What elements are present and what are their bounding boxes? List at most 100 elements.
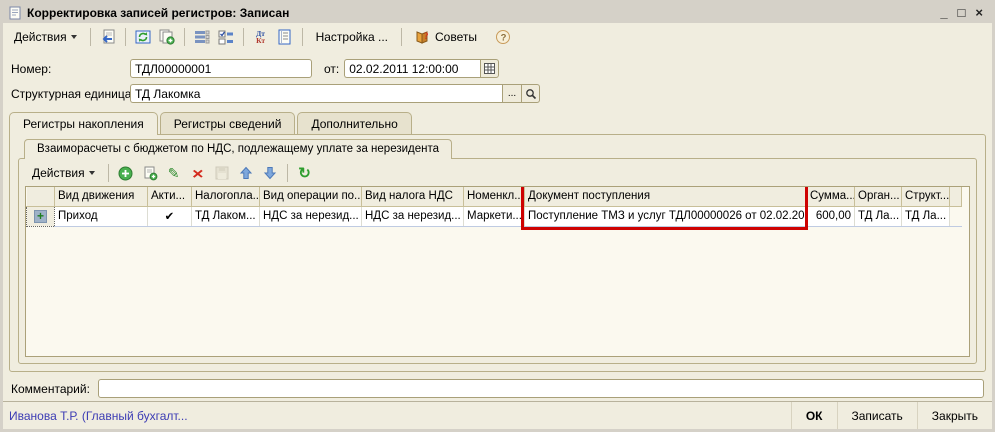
date-input[interactable]	[344, 59, 480, 78]
checkbox-list-icon	[218, 29, 234, 45]
col-header-taxpayer[interactable]: Налогопла...	[192, 187, 260, 206]
unit-input[interactable]	[130, 84, 502, 103]
col-header-marker[interactable]	[27, 187, 55, 206]
toolbar-separator	[125, 28, 126, 46]
svg-text:?: ?	[501, 32, 507, 43]
document-icon	[8, 6, 22, 20]
settings-label: Настройка ...	[316, 30, 388, 44]
date-label: от:	[324, 62, 339, 76]
copy-row-button[interactable]	[139, 162, 161, 184]
cell-vat-type[interactable]: НДС за нерезид...	[362, 206, 464, 226]
debit-credit-button[interactable]: Дт Кт	[250, 26, 272, 48]
calendar-button[interactable]	[480, 59, 499, 78]
window-controls: _ □ ×	[940, 6, 987, 20]
comment-input[interactable]	[98, 379, 984, 398]
number-row: Номер: от:	[11, 59, 984, 78]
data-grid: Вид движения Акти... Налогопла... Вид оп…	[25, 186, 970, 357]
unit-label: Структурная единица:	[11, 87, 130, 101]
move-down-icon	[263, 166, 277, 180]
current-user-text: Иванова Т.Р. (Главный бухгалт...	[9, 409, 188, 423]
col-header-movement-type[interactable]: Вид движения	[55, 187, 148, 206]
journal-button[interactable]	[274, 26, 296, 48]
reread-document-icon	[99, 29, 116, 45]
cell-nomenclature[interactable]: Маркети...	[464, 206, 525, 226]
settings-button[interactable]: Настройка ...	[309, 27, 395, 47]
actions-menu-button[interactable]: Действия	[7, 27, 84, 47]
tab-registry-information[interactable]: Регистры сведений	[160, 112, 296, 134]
cell-operation-type[interactable]: НДС за нерезид...	[260, 206, 362, 226]
move-down-button[interactable]	[259, 162, 281, 184]
refresh-icon: ↻	[298, 166, 311, 181]
tab-page-panel: Взаиморасчеты с бюджетом по НДС, подлежа…	[9, 134, 986, 372]
tips-label: Советы	[435, 30, 477, 44]
tips-button[interactable]: ? Советы	[408, 27, 484, 48]
help-button[interactable]: ?	[492, 26, 514, 48]
move-up-button[interactable]	[235, 162, 257, 184]
row-marker-cell[interactable]: +	[27, 206, 55, 226]
refresh-document-button[interactable]	[132, 26, 154, 48]
table-header-filler	[950, 187, 962, 206]
close-button[interactable]: ×	[975, 6, 983, 20]
comment-row: Комментарий:	[11, 379, 984, 398]
unit-row: Структурная единица: ...	[11, 84, 984, 103]
save-button[interactable]: Записать	[837, 402, 917, 429]
dtkt-icon: Дт Кт	[256, 30, 265, 44]
table-actions-menu-button[interactable]: Действия	[25, 163, 102, 183]
edit-row-button[interactable]: ✎	[163, 162, 185, 184]
copy-add-button[interactable]	[156, 26, 178, 48]
cell-activity-check[interactable]: ✔	[148, 206, 192, 226]
list-settings-button[interactable]	[191, 26, 213, 48]
registry-table: Вид движения Акти... Налогопла... Вид оп…	[26, 187, 962, 227]
cell-movement-type[interactable]: Приход	[55, 206, 148, 226]
inner-tab-page: Действия ✎ ×	[18, 158, 977, 364]
cell-taxpayer[interactable]: ТД Лаком...	[192, 206, 260, 226]
maximize-button[interactable]: □	[958, 6, 966, 20]
table-row[interactable]: + Приход ✔ ТД Лаком... НДС за нерезид...…	[27, 206, 962, 226]
date-field-group	[344, 59, 499, 78]
number-label: Номер:	[11, 62, 130, 76]
cell-receipt-document[interactable]: Поступление ТМЗ и услуг ТДЛ00000026 от 0…	[525, 206, 807, 226]
tab-bar: Регистры накопления Регистры сведений До…	[9, 112, 992, 134]
refresh-document-icon	[135, 29, 151, 45]
minimize-button[interactable]: _	[940, 6, 947, 20]
save-order-button[interactable]	[211, 162, 233, 184]
svg-text:?: ?	[424, 31, 429, 41]
close-form-button[interactable]: Закрыть	[917, 402, 992, 429]
checkbox-list-button[interactable]	[215, 26, 237, 48]
number-input[interactable]	[130, 59, 312, 78]
col-header-receipt-document[interactable]: Документ поступления	[525, 187, 807, 206]
copy-add-icon	[158, 29, 175, 45]
list-icon	[194, 29, 210, 45]
col-header-structure[interactable]: Структ...	[902, 187, 950, 206]
window: Корректировка записей регистров: Записан…	[0, 0, 995, 432]
cell-sum[interactable]: 600,00	[807, 206, 855, 226]
tab-registry-accumulation[interactable]: Регистры накопления	[9, 112, 158, 135]
move-up-icon	[239, 166, 253, 180]
ellipsis-button[interactable]: ...	[502, 84, 521, 103]
col-header-nomenclature[interactable]: Номенкл...	[464, 187, 525, 206]
help-icon: ?	[495, 29, 511, 45]
add-row-button[interactable]	[115, 162, 137, 184]
table-header-row: Вид движения Акти... Налогопла... Вид оп…	[27, 187, 962, 206]
col-header-operation-type[interactable]: Вид операции по...	[260, 187, 362, 206]
col-header-organization[interactable]: Орган...	[855, 187, 902, 206]
calendar-grid-icon	[484, 63, 495, 74]
refresh-button[interactable]: ↻	[294, 162, 316, 184]
ok-button[interactable]: ОК	[791, 402, 837, 429]
toolbar-separator	[287, 164, 288, 182]
tab-additional[interactable]: Дополнительно	[297, 112, 411, 134]
col-header-activity[interactable]: Акти...	[148, 187, 192, 206]
add-icon	[118, 166, 133, 181]
inner-tab-vat-settlements[interactable]: Взаиморасчеты с бюджетом по НДС, подлежа…	[24, 139, 452, 159]
status-bar: Иванова Т.Р. (Главный бухгалт... ОК Запи…	[3, 401, 992, 429]
col-header-sum[interactable]: Сумма...	[807, 187, 855, 206]
cell-organization[interactable]: ТД Ла...	[855, 206, 902, 226]
cell-structure[interactable]: ТД Ла...	[902, 206, 950, 226]
save-icon	[215, 166, 229, 180]
journal-icon	[277, 29, 292, 45]
search-button[interactable]	[521, 84, 540, 103]
reread-document-button[interactable]	[97, 26, 119, 48]
actions-menu-label: Действия	[14, 30, 67, 44]
delete-row-button[interactable]: ×	[187, 162, 209, 184]
col-header-vat-type[interactable]: Вид налога НДС	[362, 187, 464, 206]
